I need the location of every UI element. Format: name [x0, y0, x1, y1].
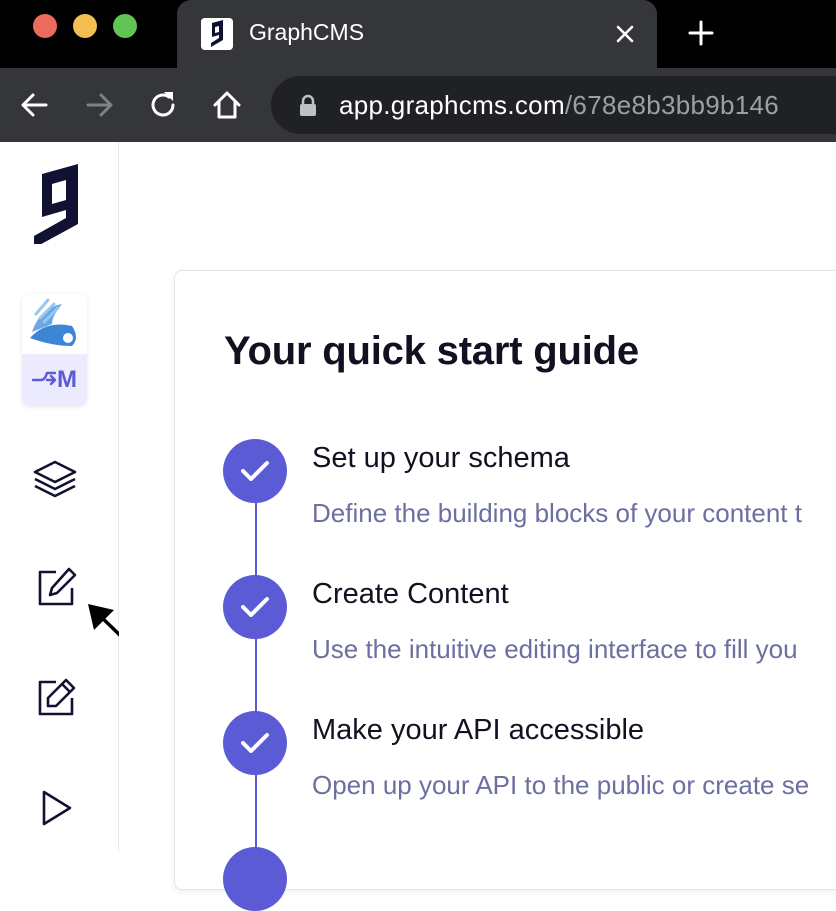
play-icon[interactable] [30, 784, 80, 834]
layers-icon[interactable] [30, 454, 80, 504]
browser-tab-bar: GraphCMS [0, 0, 836, 68]
lock-icon [298, 94, 318, 118]
step-3-check-icon [223, 711, 287, 775]
edit-icon[interactable] [30, 564, 80, 614]
forward-arrow-icon[interactable] [82, 88, 116, 122]
step-2-description: Use the intuitive editing interface to f… [312, 634, 798, 664]
new-tab-button[interactable] [686, 18, 716, 48]
home-icon[interactable] [210, 88, 244, 122]
timeline-line [255, 461, 257, 901]
step-3-title[interactable]: Make your API accessible [312, 714, 644, 747]
quick-start-card: Your quick start guide Set up your schem… [174, 270, 836, 911]
url-host: app.graphcms.com [339, 90, 565, 120]
graphcms-favicon-icon [201, 18, 233, 50]
step-2-title[interactable]: Create Content [312, 578, 509, 611]
browser-tab[interactable]: GraphCMS [177, 0, 657, 68]
close-tab-icon[interactable] [613, 22, 637, 46]
reload-icon[interactable] [146, 88, 180, 122]
environment-badge[interactable]: M [22, 354, 87, 406]
environment-label: M [57, 366, 77, 393]
step-1-description: Define the building blocks of your conte… [312, 498, 802, 528]
step-4-indicator [223, 847, 287, 911]
address-bar[interactable]: app.graphcms.com/678e8b3bb9b146 [271, 76, 836, 134]
browser-toolbar: app.graphcms.com/678e8b3bb9b146 [0, 68, 836, 142]
step-3-description: Open up your API to the public or create… [312, 770, 810, 800]
back-arrow-icon[interactable] [18, 88, 52, 122]
url-text: app.graphcms.com/678e8b3bb9b146 [339, 90, 779, 121]
main-content: Your quick start guide Set up your schem… [119, 142, 836, 911]
maximize-window-button[interactable] [113, 14, 137, 38]
step-1-title[interactable]: Set up your schema [312, 442, 570, 475]
step-1-check-icon [223, 439, 287, 503]
url-path: /678e8b3bb9b146 [564, 90, 780, 120]
pencil-square-icon[interactable] [30, 674, 80, 724]
git-branch-icon [31, 369, 57, 391]
project-avatar [22, 294, 87, 354]
graphcms-logo-icon[interactable] [30, 160, 82, 248]
page-title: Your quick start guide [224, 329, 639, 373]
project-switcher[interactable]: M [22, 294, 87, 406]
minimize-window-button[interactable] [73, 14, 97, 38]
step-2-check-icon [223, 575, 287, 639]
close-window-button[interactable] [33, 14, 57, 38]
sidebar: M [0, 142, 119, 851]
tab-title: GraphCMS [249, 19, 365, 45]
